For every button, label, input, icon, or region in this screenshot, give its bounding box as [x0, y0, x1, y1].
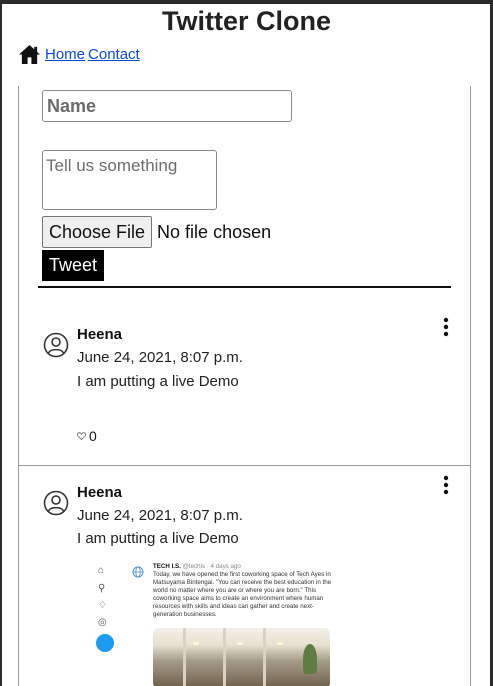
user-avatar-icon: [43, 490, 69, 516]
more-options-icon[interactable]: [441, 475, 451, 495]
tweet-author: Heena: [77, 484, 123, 501]
bell-icon: ♢: [98, 600, 107, 611]
tweet-card: Heena June 24, 2021, 8:07 p.m. I am putt…: [19, 466, 470, 686]
top-nav: Home Contact: [18, 44, 143, 65]
compose-icon: [96, 634, 114, 652]
globe-icon: [132, 566, 144, 578]
tweet-button[interactable]: Tweet: [42, 250, 105, 281]
screenshot-account: TECH I.S. @techis · 4 days ago: [153, 563, 241, 570]
tweet-author: Heena: [77, 326, 123, 343]
coworking-photo: [153, 628, 330, 686]
tweet-attached-image[interactable]: ⌂ ⚲ ♢ ◎ TECH I.S. @techis · 4 days ago T…: [78, 558, 340, 686]
nav-link-contact[interactable]: Contact: [88, 46, 140, 63]
screenshot-sidebar: ⌂ ⚲ ♢ ◎: [78, 558, 114, 686]
screenshot-body: Today, we have opened the first coworkin…: [153, 571, 332, 618]
user-avatar-icon: [43, 332, 69, 358]
file-input[interactable]: Choose File No file chosen: [42, 216, 271, 248]
heart-icon: [77, 432, 86, 440]
profile-icon: ◎: [98, 617, 107, 628]
name-input[interactable]: [42, 90, 292, 122]
tweet-date: June 24, 2021, 8:07 p.m.: [77, 349, 243, 366]
screenshot-post: TECH I.S. @techis · 4 days ago Today, we…: [153, 563, 338, 619]
site-title: Twitter Clone: [161, 6, 331, 36]
tweet-text: I am putting a live Demo: [77, 530, 239, 547]
tweet-date: June 24, 2021, 8:07 p.m.: [77, 507, 243, 524]
more-options-icon[interactable]: [441, 317, 451, 337]
nav-link-home[interactable]: Home: [45, 46, 85, 63]
choose-file-button[interactable]: Choose File: [42, 216, 153, 248]
tweet-text: I am putting a live Demo: [77, 373, 239, 390]
feed-panel: Choose File No file chosen Tweet Heena J…: [18, 86, 471, 686]
tweet-card: Heena June 24, 2021, 8:07 p.m. I am putt…: [19, 304, 470, 466]
message-textarea[interactable]: [42, 150, 217, 210]
like-button[interactable]: 0: [77, 428, 97, 444]
window-frame-left: [0, 0, 2, 686]
file-status-text: No file chosen: [157, 221, 272, 242]
form-divider: [38, 286, 451, 288]
home-icon[interactable]: [18, 44, 41, 65]
like-count: 0: [89, 428, 97, 444]
search-icon: ⚲: [98, 583, 106, 594]
home-icon: ⌂: [98, 565, 105, 576]
